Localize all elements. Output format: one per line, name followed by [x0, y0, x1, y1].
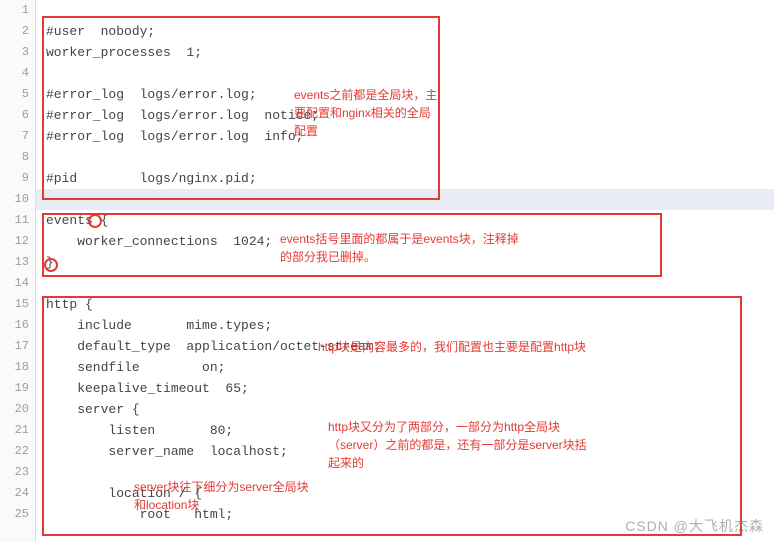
line-number: 7 — [0, 126, 35, 147]
code-line: sendfile on; — [36, 357, 774, 378]
line-number: 23 — [0, 462, 35, 483]
code-line: events { — [36, 210, 774, 231]
line-number: 18 — [0, 357, 35, 378]
line-number: 4 — [0, 63, 35, 84]
code-line: #user nobody; — [36, 21, 774, 42]
line-number: 22 — [0, 441, 35, 462]
line-number: 9 — [0, 168, 35, 189]
code-line: } — [36, 252, 774, 273]
line-number: 14 — [0, 273, 35, 294]
code-line: #error_log logs/error.log info; — [36, 126, 774, 147]
watermark: CSDN @大飞机杰森 — [625, 516, 764, 536]
code-line — [36, 189, 774, 210]
code-line: #error_log logs/error.log; — [36, 84, 774, 105]
line-number: 3 — [0, 42, 35, 63]
line-number: 6 — [0, 105, 35, 126]
code-line — [36, 63, 774, 84]
line-number: 8 — [0, 147, 35, 168]
code-editor: 1234567891011121314151617181920212223242… — [0, 0, 774, 542]
code-line — [36, 147, 774, 168]
code-line: server_name localhost; — [36, 441, 774, 462]
code-line: worker_processes 1; — [36, 42, 774, 63]
code-area: #user nobody;worker_processes 1; #error_l… — [36, 0, 774, 542]
code-line: location / { — [36, 483, 774, 504]
line-number: 25 — [0, 504, 35, 525]
line-number: 20 — [0, 399, 35, 420]
line-number: 13 — [0, 252, 35, 273]
code-line — [36, 0, 774, 21]
line-number: 24 — [0, 483, 35, 504]
code-line: #error_log logs/error.log notice; — [36, 105, 774, 126]
line-number: 17 — [0, 336, 35, 357]
code-line: default_type application/octet-stream; — [36, 336, 774, 357]
line-number: 19 — [0, 378, 35, 399]
code-line — [36, 273, 774, 294]
line-number: 11 — [0, 210, 35, 231]
line-number: 21 — [0, 420, 35, 441]
code-line: listen 80; — [36, 420, 774, 441]
code-line: server { — [36, 399, 774, 420]
code-line — [36, 462, 774, 483]
line-number: 12 — [0, 231, 35, 252]
line-number: 2 — [0, 21, 35, 42]
line-number: 15 — [0, 294, 35, 315]
code-line: worker_connections 1024; — [36, 231, 774, 252]
code-line: http { — [36, 294, 774, 315]
code-line: #pid logs/nginx.pid; — [36, 168, 774, 189]
line-number-gutter: 1234567891011121314151617181920212223242… — [0, 0, 36, 542]
line-number: 16 — [0, 315, 35, 336]
line-number: 10 — [0, 189, 35, 210]
code-line: keepalive_timeout 65; — [36, 378, 774, 399]
code-line: include mime.types; — [36, 315, 774, 336]
line-number: 1 — [0, 0, 35, 21]
line-number: 5 — [0, 84, 35, 105]
